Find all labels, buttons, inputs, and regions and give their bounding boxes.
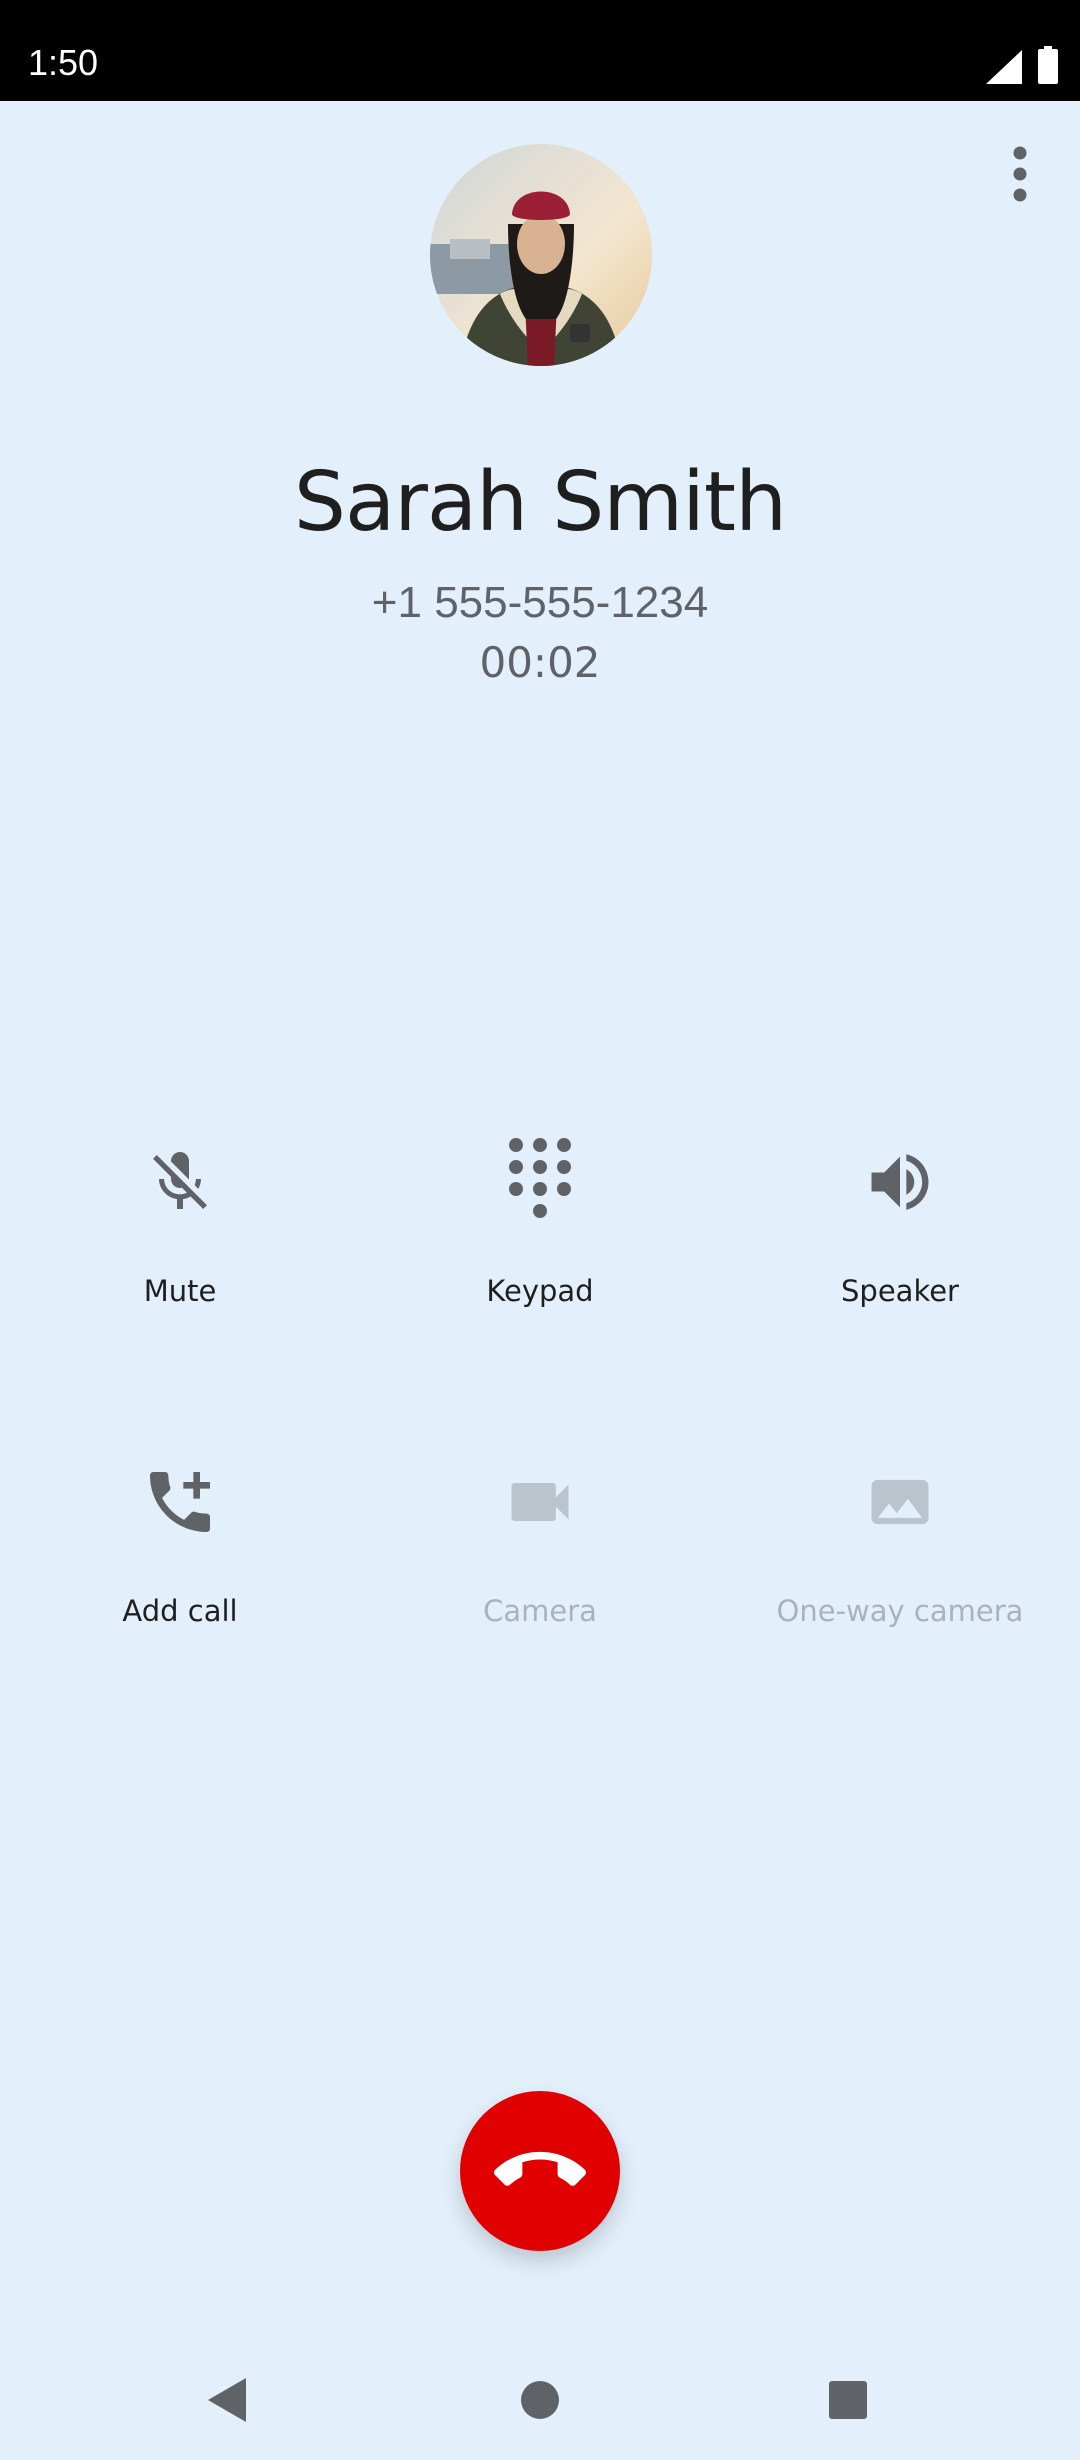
status-time: 1:50 <box>28 42 99 83</box>
add-call-icon <box>150 1472 210 1532</box>
status-bar: 1:50 <box>0 0 1080 101</box>
one-way-camera-button: One-way camera <box>750 1462 1050 1662</box>
camera-button: Camera <box>390 1462 690 1662</box>
add-call-label: Add call <box>122 1594 238 1628</box>
keypad-label: Keypad <box>486 1274 594 1308</box>
camera-label: Camera <box>483 1594 597 1628</box>
mic-off-icon <box>153 1152 207 1209</box>
one-way-camera-label: One-way camera <box>776 1594 1024 1628</box>
nav-home-button[interactable] <box>495 2355 585 2445</box>
signal-icon <box>986 50 1022 84</box>
mute-button[interactable]: Mute <box>30 1142 330 1342</box>
home-circle-icon <box>521 2381 559 2419</box>
videocam-icon <box>511 1483 569 1521</box>
image-icon <box>871 1479 929 1525</box>
end-call-button[interactable] <box>460 2091 620 2251</box>
more-vert-icon <box>1013 146 1027 202</box>
call-timer: 00:02 <box>479 638 601 687</box>
nav-recents-button[interactable] <box>803 2355 893 2445</box>
call-end-icon <box>494 2151 586 2186</box>
recents-square-icon <box>829 2381 867 2419</box>
volume-up-icon <box>871 1154 929 1210</box>
back-triangle-icon <box>208 2378 246 2422</box>
more-options-button[interactable] <box>990 138 1050 210</box>
nav-back-button[interactable] <box>183 2355 273 2445</box>
add-call-button[interactable]: Add call <box>30 1462 330 1662</box>
keypad-button[interactable]: Keypad <box>390 1138 690 1342</box>
speaker-button[interactable]: Speaker <box>750 1142 1050 1342</box>
dialpad-icon <box>509 1138 571 1218</box>
battery-icon <box>1038 46 1058 84</box>
mute-label: Mute <box>143 1274 217 1308</box>
speaker-label: Speaker <box>841 1274 959 1308</box>
caller-avatar <box>430 144 652 366</box>
caller-name: Sarah Smith <box>293 455 787 550</box>
caller-number: +1 555-555-1234 <box>371 578 709 627</box>
